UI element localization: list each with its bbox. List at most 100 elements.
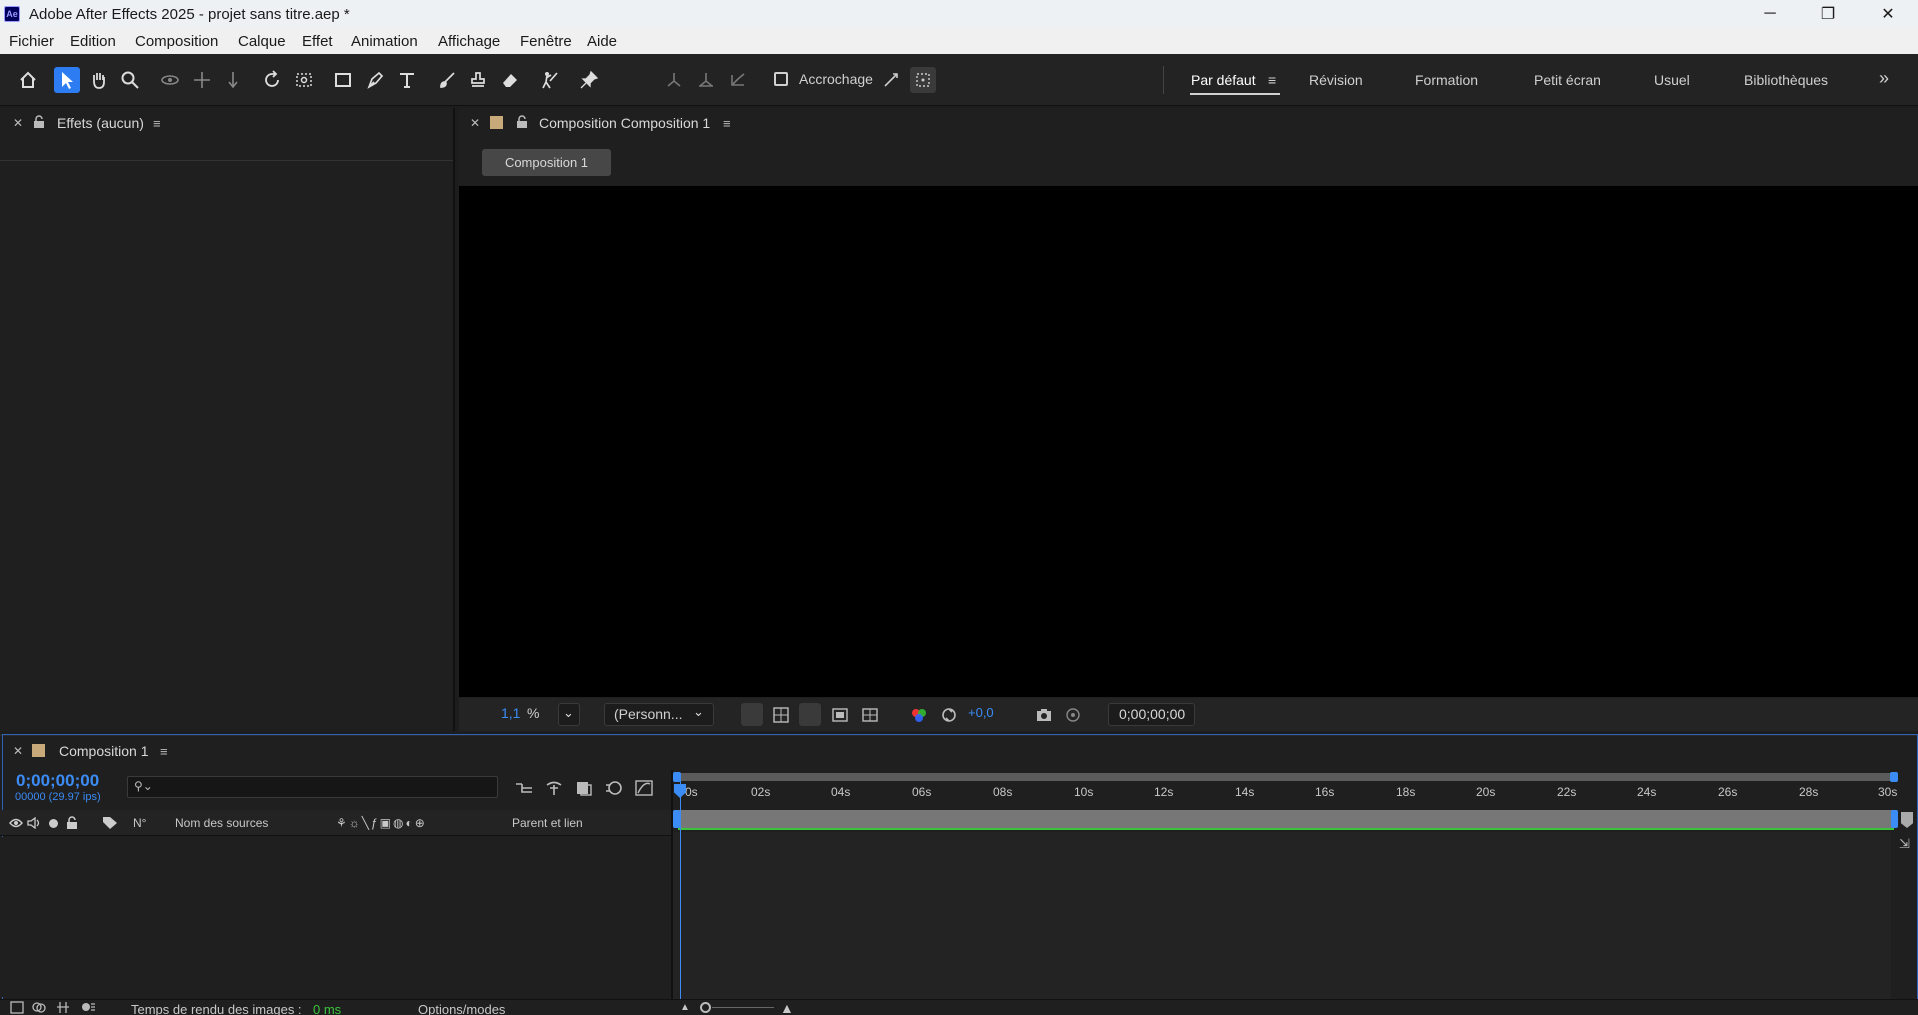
- orbit-camera-icon[interactable]: [157, 67, 183, 93]
- lock-icon[interactable]: [516, 115, 528, 129]
- timeline-zoom-slider-handle[interactable]: [700, 1002, 711, 1013]
- time-navigator-end-handle[interactable]: [1890, 772, 1898, 782]
- roto-brush-tool-icon[interactable]: [537, 67, 563, 93]
- column-parent-link[interactable]: Parent et lien: [512, 816, 583, 830]
- current-time-indicator[interactable]: [680, 778, 681, 1000]
- layers-list[interactable]: [0, 837, 672, 997]
- anchor-point-tool-icon[interactable]: [291, 67, 317, 93]
- selection-tool-icon[interactable]: [54, 67, 80, 93]
- mask-visibility-icon[interactable]: [799, 703, 821, 726]
- workspace-petit-ecran[interactable]: Petit écran: [1534, 72, 1601, 88]
- motion-blur-icon[interactable]: [604, 779, 624, 797]
- timeline-timecode[interactable]: 0;00;00;00: [16, 771, 99, 791]
- audio-icon[interactable]: [27, 817, 41, 829]
- minimize-button[interactable]: ─: [1742, 0, 1798, 28]
- render-time-pane-icon[interactable]: [80, 1001, 96, 1014]
- axis-world-icon[interactable]: [693, 67, 719, 93]
- graph-editor-icon[interactable]: [634, 779, 654, 797]
- restore-button[interactable]: ❐: [1800, 0, 1856, 28]
- snapping-checkbox[interactable]: [774, 72, 788, 86]
- layer-track-area[interactable]: [673, 832, 1891, 1000]
- menu-fichier[interactable]: Fichier: [9, 33, 54, 50]
- grid-guides-icon[interactable]: [861, 706, 879, 724]
- column-source-name[interactable]: Nom des sources: [175, 816, 268, 830]
- shy-layers-icon[interactable]: [544, 779, 564, 797]
- solo-icon[interactable]: [49, 819, 58, 828]
- panel-menu-icon[interactable]: ≡: [723, 116, 731, 131]
- label-tag-icon[interactable]: [102, 816, 118, 830]
- fast-previews-icon[interactable]: [741, 703, 763, 726]
- zoom-value[interactable]: 1,1: [501, 705, 520, 721]
- close-window-button[interactable]: ✕: [1860, 0, 1916, 28]
- zoom-out-mountain-icon[interactable]: ▲: [680, 1002, 690, 1013]
- home-icon[interactable]: [15, 67, 41, 93]
- workspace-revision[interactable]: Révision: [1309, 72, 1363, 88]
- menu-effet[interactable]: Effet: [302, 33, 333, 50]
- work-area-bar[interactable]: [678, 810, 1894, 828]
- work-area-start-handle[interactable]: [673, 810, 680, 828]
- menu-calque[interactable]: Calque: [238, 33, 286, 50]
- rectangle-tool-icon[interactable]: [330, 67, 356, 93]
- workspace-more-icon[interactable]: »: [1879, 68, 1889, 89]
- comp-button-icon[interactable]: ⇲: [1899, 836, 1910, 852]
- transfer-controls-pane-icon[interactable]: [32, 1001, 46, 1014]
- menu-animation[interactable]: Animation: [351, 33, 418, 50]
- viewer-timecode-field[interactable]: 0;00;00;00: [1108, 703, 1195, 726]
- reset-exposure-icon[interactable]: [940, 706, 958, 724]
- panel-menu-icon[interactable]: ≡: [160, 744, 168, 759]
- dolly-camera-icon[interactable]: [220, 67, 246, 93]
- channel-color-icon[interactable]: [910, 706, 928, 724]
- workspace-menu-icon[interactable]: ≡: [1268, 72, 1276, 88]
- composition-flowchart-icon[interactable]: [514, 779, 534, 797]
- menu-edition[interactable]: Edition: [70, 33, 116, 50]
- workspace-formation[interactable]: Formation: [1415, 72, 1478, 88]
- workspace-bibliotheques[interactable]: Bibliothèques: [1744, 72, 1828, 88]
- zoom-in-mountain-icon[interactable]: ▲: [780, 1000, 794, 1015]
- show-snapshot-icon[interactable]: [1064, 706, 1082, 724]
- pen-tool-icon[interactable]: [362, 67, 388, 93]
- resolution-dropdown[interactable]: (Personn... ⌄: [604, 703, 714, 726]
- workspace-usuel[interactable]: Usuel: [1654, 72, 1690, 88]
- close-panel-icon[interactable]: ✕: [13, 116, 23, 130]
- timeline-search-input[interactable]: ⚲⌄: [127, 776, 498, 798]
- zoom-tool-icon[interactable]: [117, 67, 143, 93]
- timeline-zoom-slider-track[interactable]: [712, 1007, 774, 1008]
- composition-viewer[interactable]: [459, 186, 1918, 697]
- options-modes-toggle[interactable]: Options/modes: [418, 1002, 505, 1015]
- lock-icon[interactable]: [66, 816, 78, 829]
- in-out-pane-icon[interactable]: [56, 1001, 70, 1014]
- axis-view-icon[interactable]: [725, 67, 751, 93]
- composition-tab[interactable]: Composition 1: [482, 149, 611, 176]
- time-navigator-bar[interactable]: [674, 773, 1894, 781]
- frame-blending-icon[interactable]: [574, 779, 594, 797]
- snap-options-icon[interactable]: [878, 67, 904, 93]
- layer-switches-pane-icon[interactable]: [10, 1001, 24, 1014]
- snap-features-icon[interactable]: [910, 67, 936, 93]
- pan-camera-icon[interactable]: [189, 67, 215, 93]
- close-panel-icon[interactable]: ✕: [470, 116, 480, 130]
- work-area-end-handle[interactable]: [1891, 810, 1898, 828]
- close-panel-icon[interactable]: ✕: [13, 744, 23, 758]
- panel-menu-icon[interactable]: ≡: [153, 116, 161, 131]
- eraser-tool-icon[interactable]: [497, 67, 523, 93]
- workspace-par-defaut[interactable]: Par défaut: [1191, 72, 1256, 88]
- puppet-pin-tool-icon[interactable]: [576, 67, 602, 93]
- axis-local-icon[interactable]: [661, 67, 687, 93]
- timeline-tab-title[interactable]: Composition 1: [59, 743, 149, 759]
- rotation-tool-icon[interactable]: [259, 67, 285, 93]
- text-tool-icon[interactable]: [394, 67, 420, 93]
- exposure-value[interactable]: +0,0: [968, 705, 994, 720]
- transparency-grid-icon[interactable]: [772, 706, 790, 724]
- clone-stamp-tool-icon[interactable]: [465, 67, 491, 93]
- snapshot-camera-icon[interactable]: [1035, 706, 1053, 724]
- zoom-dropdown[interactable]: ⌄: [558, 703, 580, 726]
- region-of-interest-icon[interactable]: [831, 706, 849, 724]
- menu-fenetre[interactable]: Fenêtre: [520, 33, 572, 50]
- lock-icon[interactable]: [33, 115, 45, 129]
- menu-aide[interactable]: Aide: [587, 33, 617, 50]
- brush-tool-icon[interactable]: [434, 67, 460, 93]
- menu-composition[interactable]: Composition: [135, 33, 218, 50]
- menu-affichage[interactable]: Affichage: [438, 33, 500, 50]
- hand-tool-icon[interactable]: [86, 67, 112, 93]
- eye-icon[interactable]: [9, 817, 23, 829]
